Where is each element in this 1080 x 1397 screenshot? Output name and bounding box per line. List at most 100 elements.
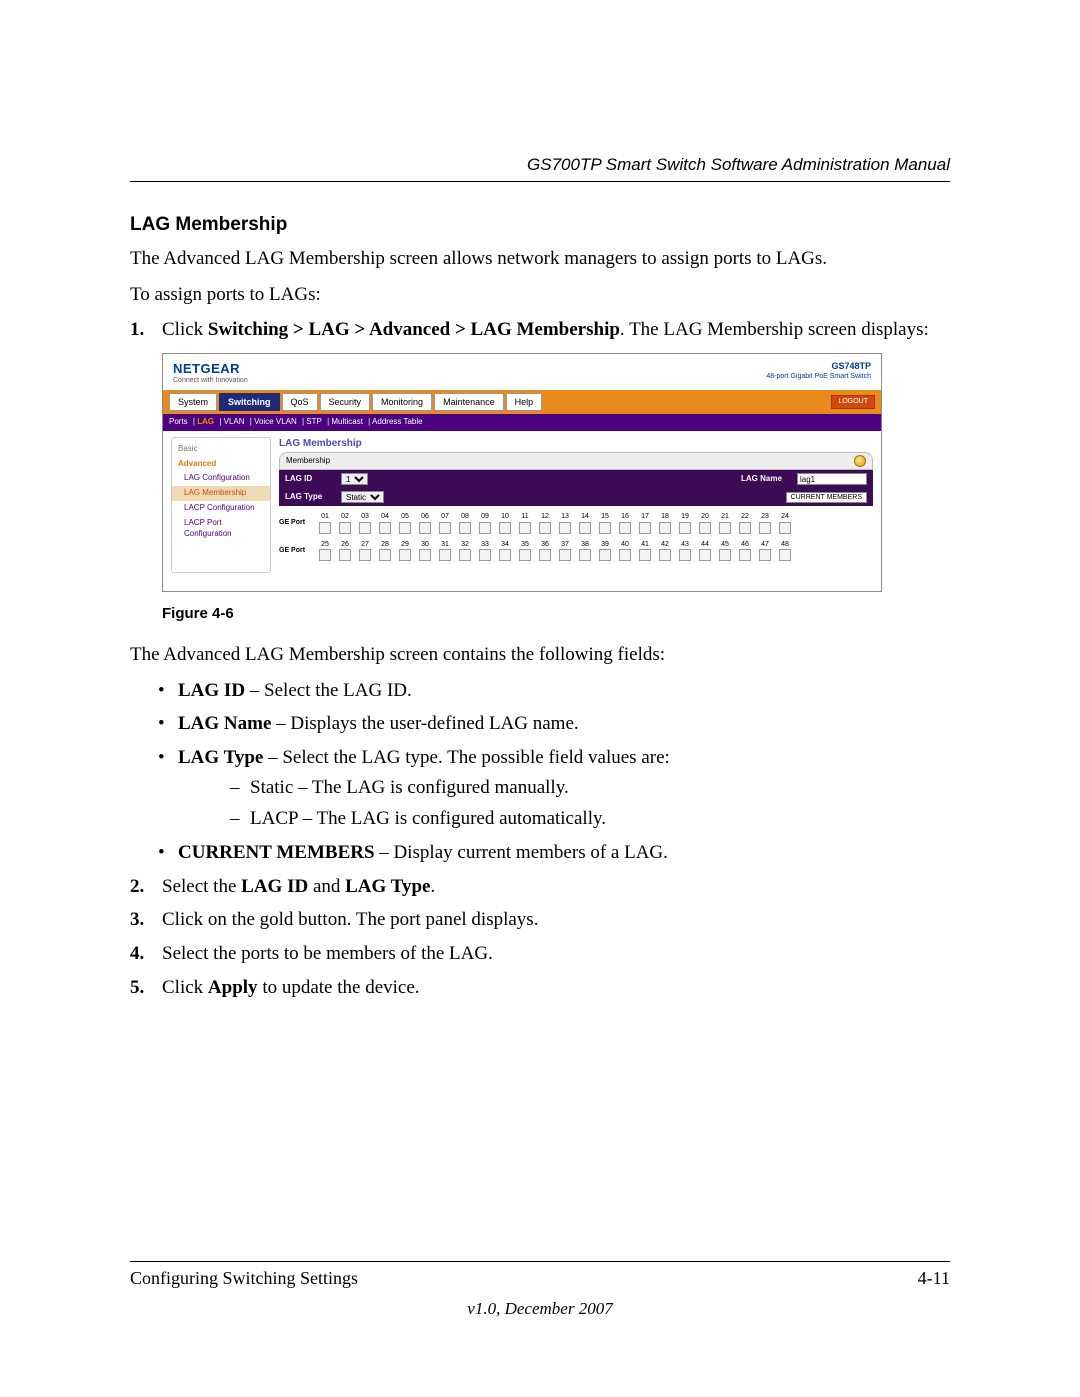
port-checkbox[interactable] [619, 549, 631, 561]
subtab-addresstable[interactable]: Address Table [372, 417, 423, 426]
port-cell: 01 [317, 512, 333, 533]
port-checkbox[interactable] [559, 549, 571, 561]
port-checkbox[interactable] [779, 522, 791, 534]
tab-system[interactable]: System [169, 393, 217, 411]
port-checkbox[interactable] [359, 549, 371, 561]
port-checkbox[interactable] [539, 549, 551, 561]
field-lagtype-b: LAG Type [178, 747, 263, 768]
lagtype-select[interactable]: Static [341, 491, 384, 503]
port-checkbox[interactable] [739, 522, 751, 534]
port-checkbox[interactable] [719, 522, 731, 534]
nav-basic[interactable]: Basic [172, 442, 270, 457]
port-checkbox[interactable] [719, 549, 731, 561]
port-checkbox[interactable] [359, 522, 371, 534]
tab-monitoring[interactable]: Monitoring [372, 393, 432, 411]
port-cell: 38 [577, 540, 593, 561]
port-cell: 33 [477, 540, 493, 561]
port-checkbox[interactable] [759, 522, 771, 534]
port-checkbox[interactable] [319, 549, 331, 561]
port-checkbox[interactable] [439, 522, 451, 534]
port-checkbox[interactable] [499, 549, 511, 561]
port-number: 11 [517, 512, 533, 521]
current-members-button[interactable]: CURRENT MEMBERS [786, 492, 867, 503]
nav-advanced[interactable]: Advanced [172, 457, 270, 472]
port-checkbox[interactable] [519, 549, 531, 561]
tab-switching[interactable]: Switching [219, 393, 280, 411]
port-checkbox[interactable] [419, 522, 431, 534]
step2-pre: Select the [162, 876, 241, 897]
tab-security[interactable]: Security [320, 393, 371, 411]
lagtype-label: LAG Type [285, 492, 335, 503]
port-checkbox[interactable] [559, 522, 571, 534]
tab-maintenance[interactable]: Maintenance [434, 393, 504, 411]
port-checkbox[interactable] [679, 549, 691, 561]
port-checkbox[interactable] [639, 549, 651, 561]
port-checkbox[interactable] [539, 522, 551, 534]
port-cell: 13 [557, 512, 573, 533]
port-number: 08 [457, 512, 473, 521]
port-checkbox[interactable] [579, 522, 591, 534]
port-checkbox[interactable] [619, 522, 631, 534]
subtab-vlan[interactable]: VLAN [224, 417, 245, 426]
port-checkbox[interactable] [499, 522, 511, 534]
port-checkbox[interactable] [779, 549, 791, 561]
lagname-input[interactable] [797, 473, 867, 485]
port-checkbox[interactable] [579, 549, 591, 561]
sub-static: Static – The LAG is configured manually. [178, 775, 950, 801]
field-current-members: CURRENT MEMBERS – Display current member… [130, 840, 950, 866]
port-checkbox[interactable] [379, 522, 391, 534]
port-checkbox[interactable] [659, 522, 671, 534]
port-checkbox[interactable] [699, 522, 711, 534]
port-checkbox[interactable] [639, 522, 651, 534]
port-checkbox[interactable] [599, 549, 611, 561]
lagid-label: LAG ID [285, 474, 335, 485]
port-checkbox[interactable] [699, 549, 711, 561]
port-checkbox[interactable] [739, 549, 751, 561]
port-checkbox[interactable] [399, 522, 411, 534]
port-checkbox[interactable] [319, 522, 331, 534]
port-checkbox[interactable] [679, 522, 691, 534]
step5-pre: Click [162, 977, 208, 998]
port-number: 28 [377, 540, 393, 549]
port-row: GE Port010203040506070809101112131415161… [279, 512, 873, 533]
main-tab-bar: System Switching QoS Security Monitoring… [163, 390, 881, 414]
port-checkbox[interactable] [339, 549, 351, 561]
port-checkbox[interactable] [459, 522, 471, 534]
port-number: 36 [537, 540, 553, 549]
subtab-voicevlan[interactable]: Voice VLAN [254, 417, 297, 426]
port-checkbox[interactable] [659, 549, 671, 561]
field-cm-b: CURRENT MEMBERS [178, 842, 375, 863]
subtab-stp[interactable]: STP [306, 417, 322, 426]
header-rule [130, 181, 950, 182]
tab-qos[interactable]: QoS [282, 393, 318, 411]
subtab-ports[interactable]: Ports [169, 417, 188, 426]
port-cell: 14 [577, 512, 593, 533]
subtab-multicast[interactable]: Multicast [331, 417, 363, 426]
footer-version: v1.0, December 2007 [130, 1299, 950, 1319]
nav-lag-config[interactable]: LAG Configuration [172, 471, 270, 486]
port-number: 45 [717, 540, 733, 549]
nav-lag-membership[interactable]: LAG Membership [172, 486, 270, 501]
port-checkbox[interactable] [519, 522, 531, 534]
lagid-select[interactable]: 1 [341, 473, 368, 485]
port-checkbox[interactable] [419, 549, 431, 561]
port-checkbox[interactable] [479, 522, 491, 534]
port-checkbox[interactable] [759, 549, 771, 561]
subtab-lag[interactable]: LAG [197, 417, 214, 426]
port-checkbox[interactable] [459, 549, 471, 561]
sub-lacp: LACP – The LAG is configured automatical… [178, 806, 950, 832]
step5-post: to update the device. [258, 977, 420, 998]
port-checkbox[interactable] [479, 549, 491, 561]
nav-lacp-config[interactable]: LACP Configuration [172, 501, 270, 516]
port-checkbox[interactable] [599, 522, 611, 534]
port-checkbox[interactable] [439, 549, 451, 561]
port-cell: 06 [417, 512, 433, 533]
tab-help[interactable]: Help [506, 393, 543, 411]
gold-expand-button[interactable] [854, 455, 866, 467]
port-checkbox[interactable] [339, 522, 351, 534]
port-checkbox[interactable] [379, 549, 391, 561]
logout-button[interactable]: LOGOUT [831, 395, 875, 408]
nav-lacp-port-config[interactable]: LACP Port Configuration [172, 516, 270, 542]
port-cell: 18 [657, 512, 673, 533]
port-checkbox[interactable] [399, 549, 411, 561]
